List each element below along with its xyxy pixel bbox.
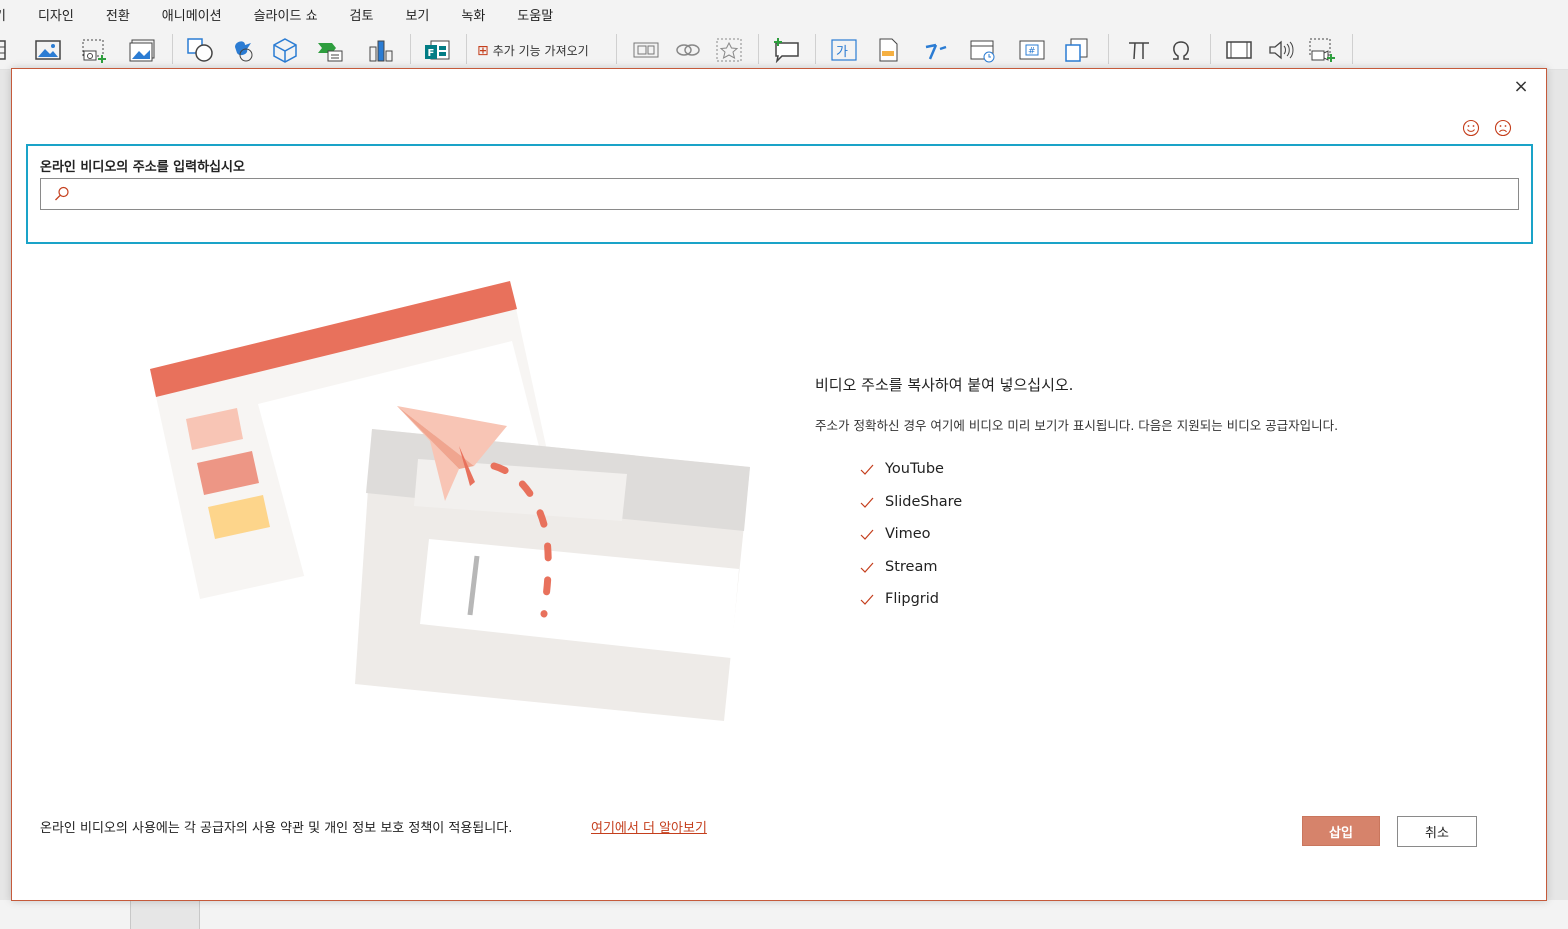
status-area: [0, 900, 1568, 929]
menu-item-record[interactable]: 녹화: [445, 5, 501, 24]
object-icon[interactable]: [1062, 36, 1092, 64]
menu-item-animations[interactable]: 애니메이션: [146, 5, 238, 24]
info-title: 비디오 주소를 복사하여 붙여 넣으십시오.: [815, 376, 1074, 394]
slide-number-icon[interactable]: #: [1017, 36, 1047, 64]
provider-name: YouTube: [885, 461, 944, 477]
provider-name: SlideShare: [885, 493, 963, 510]
menu-item-help[interactable]: 도움말: [501, 5, 569, 24]
online-video-dialog: × 온라인 비디오의 주소를 입력하십시오 비디오 주소를 복사하여 붙여 넣으…: [11, 68, 1547, 901]
provider-item: YouTube: [859, 461, 1435, 494]
symbol-icon[interactable]: [1166, 36, 1196, 64]
paper-plane-illustration: [150, 281, 750, 721]
video-icon[interactable]: [1224, 36, 1254, 64]
link-icon[interactable]: [673, 36, 703, 64]
svg-text:F: F: [428, 48, 435, 59]
check-icon: [860, 529, 874, 540]
header-footer-icon[interactable]: [873, 36, 903, 64]
close-button[interactable]: ×: [1510, 75, 1532, 97]
photo-album-icon[interactable]: [127, 36, 157, 64]
menu-bar: 기 디자인 전환 애니메이션 슬라이드 쇼 검토 보기 녹화 도움말: [0, 0, 1568, 28]
search-icon: [53, 185, 71, 203]
audio-icon[interactable]: [1266, 36, 1296, 64]
check-icon: [860, 464, 874, 475]
ribbon: F ⊞ 추가 기능 가져오기 가 #: [0, 28, 1568, 70]
url-label: 온라인 비디오의 주소를 입력하십시오: [40, 160, 245, 175]
provider-item: Vimeo: [859, 526, 1435, 559]
info-description: 주소가 정확하신 경우 여기에 비디오 미리 보기가 표시됩니다. 다음은 지원…: [815, 418, 1339, 433]
terms-notice: 온라인 비디오의 사용에는 각 공급자의 사용 약관 및 개인 정보 보호 정책…: [40, 821, 513, 836]
close-icon: ×: [1513, 75, 1529, 97]
menu-item-slideshow[interactable]: 슬라이드 쇼: [238, 5, 334, 24]
provider-name: Flipgrid: [885, 591, 939, 607]
svg-text:가: 가: [836, 45, 848, 60]
check-icon: [860, 562, 874, 573]
menu-item-insert[interactable]: 기: [0, 5, 22, 24]
provider-item: Stream: [859, 559, 1435, 592]
check-icon: [860, 594, 874, 605]
provider-item: Flipgrid: [859, 591, 1435, 624]
menu-item-view[interactable]: 보기: [389, 5, 445, 24]
icons-icon[interactable]: [228, 36, 258, 64]
forms-icon[interactable]: F: [422, 36, 452, 64]
learn-more-link[interactable]: 여기에서 더 알아보기: [591, 817, 707, 836]
zoom-icon[interactable]: [631, 36, 661, 64]
menu-item-design[interactable]: 디자인: [22, 5, 90, 24]
smartart-icon[interactable]: [315, 36, 345, 64]
frown-feedback-icon[interactable]: [1494, 119, 1514, 139]
thumbnail-strip: [130, 900, 200, 929]
provider-list: YouTube SlideShare Vimeo Stream Flipgrid: [859, 461, 1435, 624]
table-icon[interactable]: [0, 36, 18, 64]
editor-background-right: [1546, 70, 1568, 929]
insert-button[interactable]: 삽입: [1302, 816, 1380, 846]
shapes-icon[interactable]: [185, 36, 215, 64]
smile-feedback-icon[interactable]: [1462, 119, 1482, 139]
menu-item-transitions[interactable]: 전환: [90, 5, 146, 24]
check-icon: [860, 497, 874, 508]
screenshot-icon[interactable]: [79, 36, 109, 64]
textbox-icon[interactable]: 가: [829, 36, 859, 64]
url-input[interactable]: [81, 179, 1511, 209]
provider-name: Stream: [885, 558, 938, 575]
comment-icon[interactable]: [771, 36, 801, 64]
menu-item-review[interactable]: 검토: [334, 5, 390, 24]
picture-icon[interactable]: [33, 36, 63, 64]
3d-models-icon[interactable]: [270, 36, 300, 64]
front-window-illustration: [355, 429, 750, 721]
provider-name: Vimeo: [885, 526, 931, 542]
cancel-button[interactable]: 취소: [1397, 816, 1477, 847]
svg-text:#: #: [1028, 47, 1036, 57]
screen-recording-icon[interactable]: [1307, 36, 1337, 64]
info-panel: 비디오 주소를 복사하여 붙여 넣으십시오. 주소가 정확하신 경우 여기에 비…: [815, 374, 1435, 624]
wordart-icon[interactable]: [921, 36, 951, 64]
provider-item: SlideShare: [859, 494, 1435, 527]
url-input-box[interactable]: [40, 178, 1519, 210]
equation-icon[interactable]: [1124, 36, 1154, 64]
get-addins-label: 추가 기능 가져오기: [492, 44, 589, 58]
chart-icon[interactable]: [365, 36, 395, 64]
action-icon[interactable]: [714, 36, 744, 64]
url-entry-panel: 온라인 비디오의 주소를 입력하십시오: [26, 144, 1533, 244]
addins-icon: ⊞: [477, 42, 489, 59]
get-addins-button[interactable]: ⊞ 추가 기능 가져오기: [477, 42, 589, 59]
date-time-icon[interactable]: [968, 36, 998, 64]
